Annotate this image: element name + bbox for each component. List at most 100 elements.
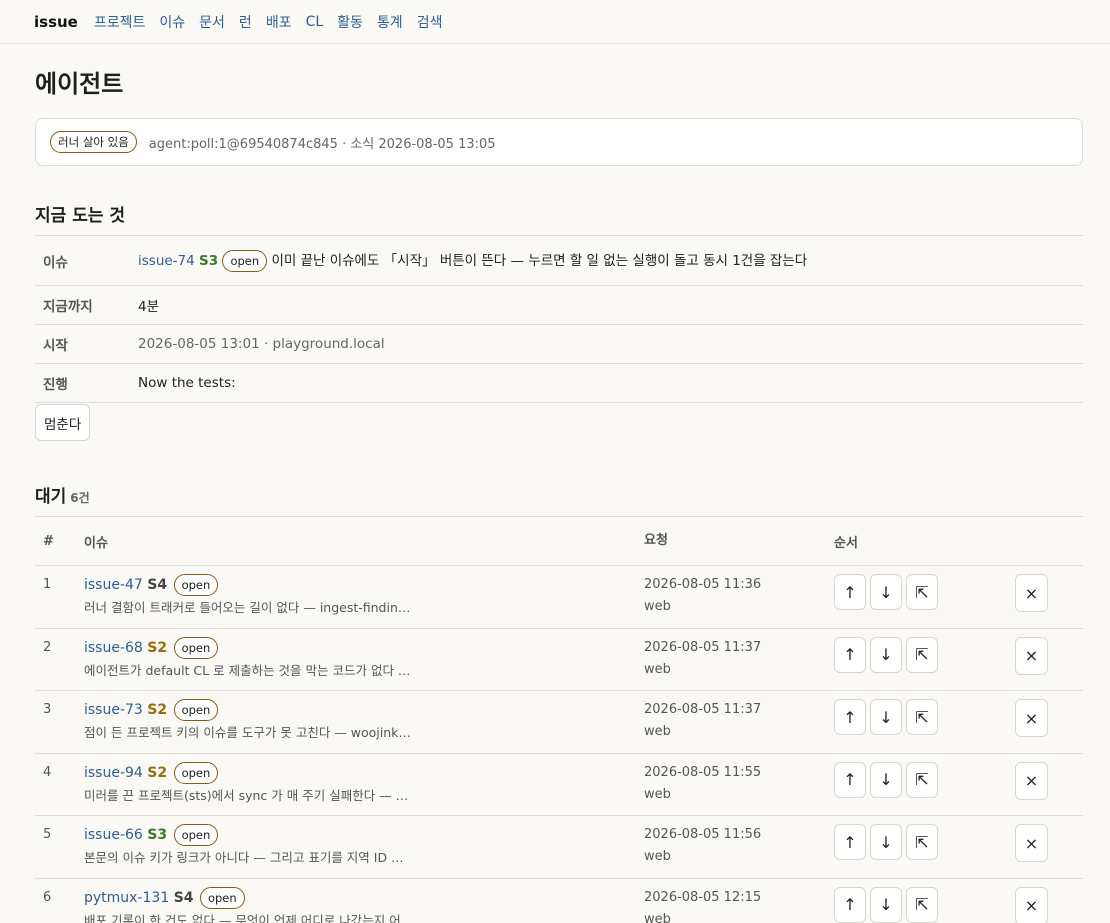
row-remove-cell: × xyxy=(1015,574,1083,612)
severity-badge: S2 xyxy=(147,702,168,718)
move-down-button[interactable]: ↓ xyxy=(870,699,902,735)
nav-docs[interactable]: 문서 xyxy=(199,12,225,32)
issue-link[interactable]: issue-94 xyxy=(84,765,143,781)
request-time: 2026-08-05 11:36 xyxy=(644,577,762,592)
remove-button[interactable]: × xyxy=(1015,761,1048,800)
nav-stats[interactable]: 통계 xyxy=(377,12,403,32)
issue-link[interactable]: issue-73 xyxy=(84,702,143,718)
top-nav: issue 프로젝트 이슈 문서 런 배포 CL 활동 통계 검색 xyxy=(0,0,1110,44)
move-down-button[interactable]: ↓ xyxy=(870,886,902,923)
issue-summary: 점이 든 프로젝트 키의 이슈를 도구가 못 고친다 — woojink… xyxy=(84,725,411,740)
remove-button[interactable]: × xyxy=(1015,824,1048,862)
severity-badge: S3 xyxy=(199,253,219,269)
move-down-button[interactable]: ↓ xyxy=(870,761,902,798)
severity-badge: S4 xyxy=(173,889,194,906)
runner-meta: agent:poll:1@69540874c845 · 소식 2026-08-0… xyxy=(148,136,496,152)
detail-row-started: 시작 2026-08-05 13:01 · playground.local xyxy=(35,325,1083,364)
started-value: 2026-08-05 13:01 · playground.local xyxy=(138,336,385,352)
nav-deploys[interactable]: 배포 xyxy=(266,12,292,32)
column-header-num: # xyxy=(43,533,54,549)
detail-value: issue-74 S3 open 이미 끝난 이슈에도 「시작」 버튼이 뜬다 … xyxy=(138,249,807,272)
move-top-button[interactable]: ⇱ xyxy=(906,761,938,798)
elapsed-value: 4분 xyxy=(138,299,160,315)
nav-activity[interactable]: 활동 xyxy=(337,12,363,32)
move-down-button[interactable]: ↓ xyxy=(870,574,902,610)
row-issue-cell: issue-68 S2 open 에이전트가 default CL 로 제출하는… xyxy=(84,636,644,683)
request-time: 2026-08-05 11:56 xyxy=(644,827,762,842)
nav-projects[interactable]: 프로젝트 xyxy=(94,12,146,32)
row-number: 4 xyxy=(43,764,52,780)
issue-link[interactable]: issue-47 xyxy=(84,577,143,593)
status-badge: open xyxy=(173,636,219,659)
row-order-cell: ↑ ↓ ⇱ xyxy=(834,761,1015,798)
detail-key: 시작 xyxy=(43,338,68,354)
queue-heading-label: 대기 xyxy=(35,487,67,507)
remove-button[interactable]: × xyxy=(1015,699,1048,737)
request-source: web xyxy=(644,786,671,802)
detail-row-issue: 이슈 issue-74 S3 open 이미 끝난 이슈에도 「시작」 버튼이 … xyxy=(35,236,1083,286)
move-top-button[interactable]: ⇱ xyxy=(906,574,938,610)
row-issue-cell: issue-94 S2 open 미러를 끈 프로젝트(sts)에서 sync … xyxy=(84,761,644,808)
move-top-button[interactable]: ⇱ xyxy=(906,699,938,735)
move-down-button[interactable]: ↓ xyxy=(870,824,902,860)
row-issue-line: issue-68 S2 open xyxy=(84,636,644,659)
remove-button[interactable]: × xyxy=(1015,886,1048,923)
row-issue-line: issue-47 S4 open xyxy=(84,574,644,596)
table-row: 6 pytmux-131 S4 open 배포 기록이 한 건도 없다 — 무엇… xyxy=(35,879,1083,923)
move-up-button[interactable]: ↑ xyxy=(834,761,866,798)
table-row: 5 issue-66 S3 open 본문의 이슈 키가 링크가 아니다 — 그… xyxy=(35,816,1083,879)
request-source: web xyxy=(644,724,671,739)
remove-button[interactable]: × xyxy=(1015,636,1048,675)
row-issue-line: issue-73 S2 open xyxy=(84,699,644,721)
request-source: web xyxy=(644,849,671,864)
issue-link[interactable]: issue-66 xyxy=(84,827,143,843)
row-remove-cell: × xyxy=(1015,886,1083,923)
row-remove-cell: × xyxy=(1015,699,1083,737)
nav-search[interactable]: 검색 xyxy=(417,12,443,32)
move-top-button[interactable]: ⇱ xyxy=(906,886,938,923)
runner-status-box: 러너 살아 있음 agent:poll:1@69540874c845 · 소식 … xyxy=(35,118,1083,166)
move-up-button[interactable]: ↑ xyxy=(834,886,866,923)
stop-button[interactable]: 멈춘다 xyxy=(35,404,91,441)
row-remove-cell: × xyxy=(1015,761,1083,800)
row-issue-line: issue-94 S2 open xyxy=(84,761,644,784)
runner-alive-badge: 러너 살아 있음 xyxy=(50,131,137,153)
row-number: 5 xyxy=(43,827,52,842)
table-row: 1 issue-47 S4 open 러너 결함이 트래커로 들어오는 길이 없… xyxy=(35,566,1083,629)
row-order-cell: ↑ ↓ ⇱ xyxy=(834,636,1015,673)
move-up-button[interactable]: ↑ xyxy=(834,699,866,735)
nav-cl[interactable]: CL xyxy=(306,14,324,30)
status-badge: open xyxy=(173,699,219,721)
nav-issues[interactable]: 이슈 xyxy=(159,12,185,32)
now-running-heading: 지금 도는 것 xyxy=(35,206,126,226)
row-number: 1 xyxy=(43,577,52,592)
current-issue-link[interactable]: issue-74 xyxy=(138,253,195,269)
detail-key: 진행 xyxy=(43,377,68,393)
move-down-button[interactable]: ↓ xyxy=(870,636,902,673)
remove-button[interactable]: × xyxy=(1015,574,1048,612)
status-badge: open xyxy=(222,250,268,272)
move-top-button[interactable]: ⇱ xyxy=(906,636,938,673)
move-top-button[interactable]: ⇱ xyxy=(906,824,938,860)
severity-badge: S2 xyxy=(147,639,168,656)
row-requested-cell: 2026-08-05 11:37 web xyxy=(644,637,834,681)
row-requested-cell: 2026-08-05 11:37 web xyxy=(644,699,834,743)
detail-key: 지금까지 xyxy=(43,299,93,315)
status-badge: open xyxy=(173,761,219,784)
table-row: 2 issue-68 S2 open 에이전트가 default CL 로 제출… xyxy=(35,629,1083,691)
issue-link[interactable]: issue-68 xyxy=(84,640,143,656)
request-source: web xyxy=(644,661,671,677)
move-up-button[interactable]: ↑ xyxy=(834,824,866,860)
brand-logo[interactable]: issue xyxy=(34,13,78,31)
row-requested-cell: 2026-08-05 11:55 web xyxy=(644,762,834,806)
request-time: 2026-08-05 11:37 xyxy=(644,639,762,655)
move-up-button[interactable]: ↑ xyxy=(834,574,866,610)
row-remove-cell: × xyxy=(1015,824,1083,862)
move-up-button[interactable]: ↑ xyxy=(834,636,866,673)
nav-runs[interactable]: 런 xyxy=(239,12,252,32)
row-requested-cell: 2026-08-05 11:56 web xyxy=(644,824,834,868)
main-content: 에이전트 러너 살아 있음 agent:poll:1@69540874c845 … xyxy=(0,68,1110,923)
issue-link[interactable]: pytmux-131 xyxy=(84,890,169,906)
table-row: 3 issue-73 S2 open 점이 든 프로젝트 키의 이슈를 도구가 … xyxy=(35,691,1083,754)
status-badge: open xyxy=(173,574,219,596)
